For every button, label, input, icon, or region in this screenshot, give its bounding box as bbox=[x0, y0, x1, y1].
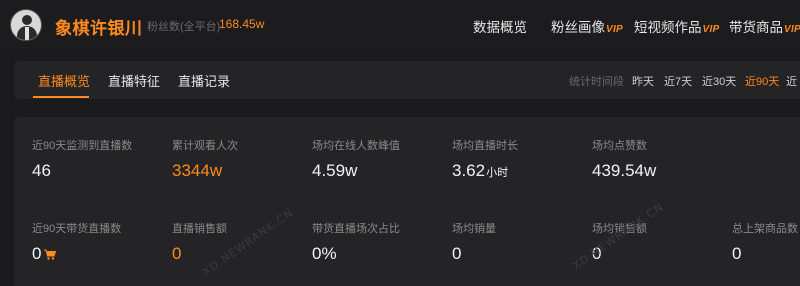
stat-label: 直播销售额 bbox=[172, 223, 227, 235]
stat-value: 3.62小时 bbox=[452, 161, 508, 181]
range-yesterday[interactable]: 昨天 bbox=[632, 73, 654, 89]
stat-label: 近90天监测到直播数 bbox=[32, 140, 133, 152]
stat-label: 累计观看人次 bbox=[172, 140, 238, 152]
nav-label: 粉丝画像 bbox=[551, 20, 605, 35]
vip-badge: VIP bbox=[702, 24, 720, 35]
nav-fans-profile[interactable]: 粉丝画像VIP bbox=[551, 16, 623, 36]
stat-label: 近90天带货直播数 bbox=[32, 223, 122, 235]
vip-badge: VIP bbox=[784, 24, 800, 35]
stat-label: 场均在线人数峰值 bbox=[312, 140, 400, 152]
stat-label: 场均点赞数 bbox=[592, 140, 647, 152]
tab-live-overview[interactable]: 直播概览 bbox=[38, 71, 90, 90]
stat-value: 0 bbox=[32, 244, 57, 264]
nav-label: 短视频作品 bbox=[634, 20, 702, 35]
range-90-days[interactable]: 近90天 bbox=[745, 73, 779, 89]
stat-value: 0 bbox=[732, 244, 742, 263]
live-stats-card: 近90天监测到直播数 46 累计观看人次 3344w 场均在线人数峰值 4.59… bbox=[14, 117, 800, 286]
stat-value: 3344w bbox=[172, 161, 223, 180]
stat-value: 4.59w bbox=[312, 161, 358, 180]
nav-short-videos[interactable]: 短视频作品VIP bbox=[634, 16, 720, 36]
range-30-days[interactable]: 近30天 bbox=[702, 73, 736, 89]
top-header: 象棋许银川 粉丝数(全平台) 168.45w 数据概览 粉丝画像VIP 短视频作… bbox=[0, 0, 800, 50]
stat-label: 场均销量 bbox=[452, 223, 496, 235]
active-tab-indicator bbox=[33, 96, 89, 98]
live-tab-bar: 直播概览 直播特征 直播记录 统计时间段 昨天 近7天 近30天 近90天 近 bbox=[14, 61, 800, 99]
stat-number: 0 bbox=[32, 244, 42, 263]
time-range-label: 统计时间段 bbox=[569, 76, 624, 88]
nav-data-overview[interactable]: 数据概览 bbox=[473, 16, 527, 36]
stat-value: 439.54w bbox=[592, 161, 657, 180]
stat-label: 总上架商品数 bbox=[732, 223, 798, 235]
stat-value: 46 bbox=[32, 161, 51, 180]
nav-label: 数据概览 bbox=[473, 20, 527, 35]
stat-number: 3.62 bbox=[452, 161, 486, 180]
cart-icon bbox=[44, 249, 57, 260]
stat-label: 带货直播场次占比 bbox=[312, 223, 400, 235]
stat-value: 0% bbox=[312, 244, 337, 263]
range-7-days[interactable]: 近7天 bbox=[664, 73, 692, 89]
tab-live-records[interactable]: 直播记录 bbox=[178, 71, 230, 90]
top-nav: 数据概览 粉丝画像VIP 短视频作品VIP 带货商品VIP bbox=[0, 16, 800, 36]
tab-live-features[interactable]: 直播特征 bbox=[108, 71, 160, 90]
nav-label: 带货商品 bbox=[729, 20, 783, 35]
stat-unit: 小时 bbox=[486, 167, 509, 179]
stat-value: 0 bbox=[452, 244, 462, 263]
stat-value: 0 bbox=[172, 244, 182, 263]
stat-label: 场均直播时长 bbox=[452, 140, 518, 152]
vip-badge: VIP bbox=[606, 24, 624, 35]
range-more[interactable]: 近 bbox=[786, 73, 797, 89]
nav-products[interactable]: 带货商品VIP bbox=[729, 16, 800, 36]
